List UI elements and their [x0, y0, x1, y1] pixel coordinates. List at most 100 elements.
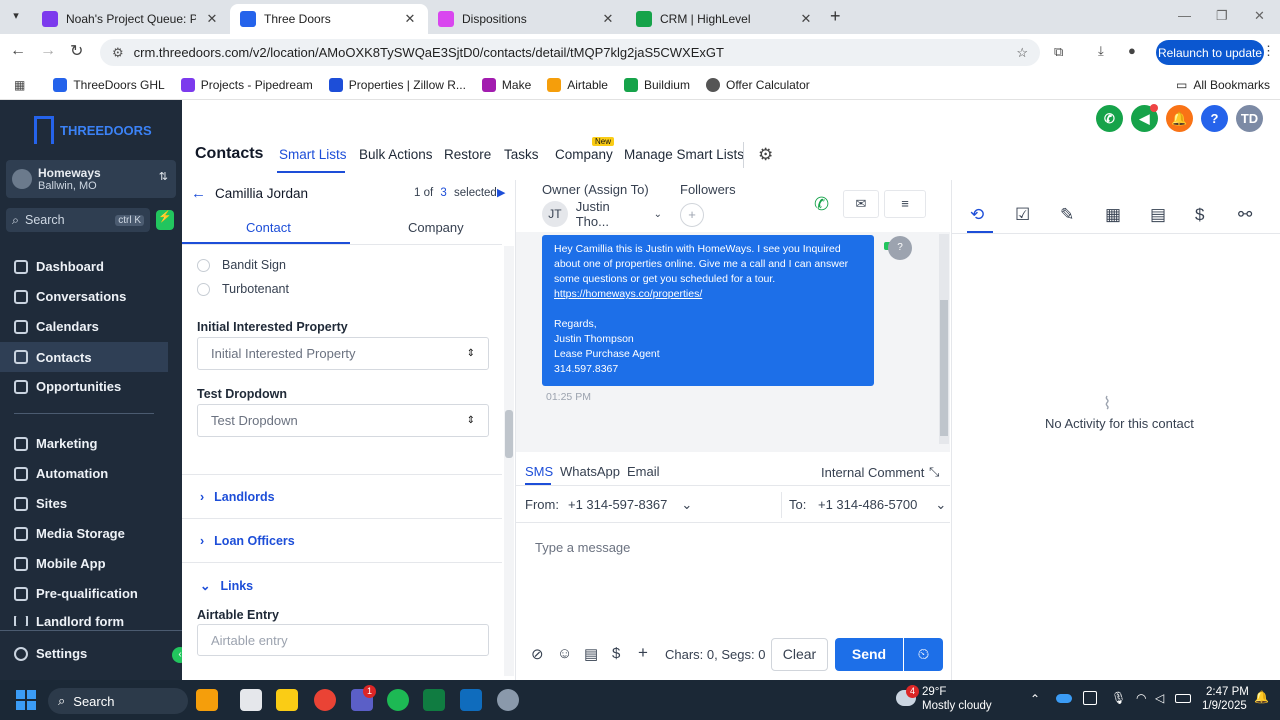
chrome-icon[interactable]	[314, 689, 336, 711]
thread-scrollbar-thumb[interactable]	[940, 300, 948, 436]
volume-icon[interactable]: ◁	[1155, 691, 1164, 705]
wifi-icon[interactable]: ◠	[1136, 691, 1146, 705]
scrollbar[interactable]	[504, 246, 514, 676]
attach-icon[interactable]: ⊘	[531, 645, 544, 663]
schedule-send-button[interactable]: ⏲	[904, 638, 943, 671]
onedrive-icon[interactable]	[1056, 694, 1072, 703]
account-switcher[interactable]: Homeways Ballwin, MO ⇅	[6, 160, 176, 198]
window-close-icon[interactable]: ✕	[1254, 8, 1265, 24]
microphone-icon[interactable]: 🎙	[1111, 691, 1126, 705]
dollar-icon[interactable]: $	[1195, 205, 1215, 225]
forward-icon[interactable]: →	[40, 42, 56, 60]
tab-contact[interactable]: Contact	[246, 220, 291, 235]
calendar-icon[interactable]: ▦	[1105, 205, 1125, 225]
browser-tab[interactable]: Dispositions ✕	[428, 4, 626, 34]
message-link[interactable]: https://homeways.co/properties/	[554, 287, 862, 302]
sidebar-search[interactable]: ⌕ Search ctrl K	[6, 208, 150, 232]
excel-icon[interactable]	[423, 689, 445, 711]
tray-chevron-icon[interactable]: ⌃	[1030, 692, 1040, 706]
sidebar-item-automation[interactable]: Automation	[14, 466, 174, 481]
task-view-icon[interactable]	[240, 689, 262, 711]
scrollbar-thumb[interactable]	[505, 410, 513, 458]
bookmark[interactable]: Make	[481, 77, 531, 92]
clock-time[interactable]: 2:47 PM	[1206, 686, 1249, 698]
maximize-icon[interactable]: ❐	[1216, 8, 1228, 24]
user-avatar[interactable]: TD	[1236, 105, 1263, 132]
pencil-icon[interactable]: ✎	[1060, 205, 1080, 225]
email-icon[interactable]: ✉	[843, 190, 879, 218]
tab-company[interactable]: Company	[555, 147, 613, 162]
tab-tasks[interactable]: Tasks	[504, 147, 539, 162]
sidebar-item-dashboard[interactable]: Dashboard	[14, 259, 174, 274]
relaunch-button[interactable]: Relaunch to update	[1156, 40, 1264, 65]
notifications-icon[interactable]: 🔔	[1254, 690, 1269, 704]
tray-app-icon[interactable]	[1083, 691, 1097, 705]
sidebar-item-landlord-form[interactable]: Landlord form	[14, 616, 174, 626]
quick-action-icon[interactable]: ⚡	[156, 210, 174, 230]
menu-icon[interactable]: ⋮	[1262, 43, 1275, 59]
bookmark-star-icon[interactable]: ☆	[1016, 45, 1028, 61]
bookmark[interactable]: Projects - Pipedream	[180, 77, 313, 92]
bookmark[interactable]: Properties | Zillow R...	[328, 77, 466, 92]
radio-bandit-sign[interactable]	[197, 259, 210, 272]
tab-restore[interactable]: Restore	[444, 147, 491, 162]
to-number-select[interactable]: +1 314-486-5700 ⌄	[818, 497, 946, 513]
minimize-icon[interactable]: —	[1178, 8, 1191, 23]
channel-whatsapp[interactable]: WhatsApp	[560, 464, 620, 479]
airtable-entry-input[interactable]: Airtable entry	[197, 624, 489, 656]
test-dropdown-select[interactable]: Test Dropdown ⇕	[197, 404, 489, 437]
owner-select[interactable]: JT Justin Tho... ⌄	[542, 199, 662, 229]
sidebar-item-prequalification[interactable]: Pre-qualification	[14, 586, 174, 601]
site-info-icon[interactable]: ⚙	[112, 45, 124, 61]
close-icon[interactable]: ✕	[402, 11, 418, 27]
tab-search-icon[interactable]: ▾	[8, 9, 24, 25]
emoji-icon[interactable]: ☺	[557, 645, 572, 662]
help-icon[interactable]: ?	[1201, 105, 1228, 132]
browser-tab[interactable]: CRM | HighLevel ✕	[626, 4, 824, 34]
initial-property-select[interactable]: Initial Interested Property ⇕	[197, 337, 489, 370]
history-icon[interactable]: ⟲	[970, 205, 990, 225]
bookmark[interactable]: ThreeDoors GHL	[53, 77, 165, 92]
back-arrow-icon[interactable]: ←	[191, 185, 206, 202]
close-icon[interactable]: ✕	[798, 11, 814, 27]
send-button[interactable]: Send	[835, 638, 903, 671]
document-icon[interactable]: ▤	[1150, 205, 1170, 225]
radio-turbotenant[interactable]	[197, 283, 210, 296]
clock-date[interactable]: 1/9/2025	[1202, 700, 1247, 712]
apps-icon[interactable]: ▦	[14, 78, 25, 92]
browser-tab-active[interactable]: Three Doors ✕	[230, 4, 428, 34]
sidebar-item-mobile-app[interactable]: Mobile App	[14, 556, 174, 571]
bell-icon[interactable]: 🔔	[1166, 105, 1193, 132]
back-icon[interactable]: ←	[10, 42, 26, 60]
close-icon[interactable]: ✕	[600, 11, 616, 27]
accordion-links[interactable]: ⌄ Links	[200, 578, 253, 594]
battery-icon[interactable]	[1175, 694, 1191, 703]
tab-smart-lists[interactable]: Smart Lists	[279, 147, 347, 162]
sidebar-item-contacts[interactable]: Contacts	[0, 342, 168, 372]
next-arrow-icon[interactable]: ▶	[497, 186, 505, 199]
widgets-icon[interactable]	[196, 689, 218, 711]
taskbar-search[interactable]: ⌕ Search	[48, 688, 188, 714]
task-check-icon[interactable]: ☑	[1015, 205, 1035, 225]
expand-icon[interactable]: ⤡	[929, 464, 939, 480]
template-icon[interactable]: ▤	[584, 645, 598, 663]
accordion-landlords[interactable]: › Landlords	[200, 490, 275, 504]
settings-app-icon[interactable]	[497, 689, 519, 711]
sidebar-item-settings[interactable]: Settings	[14, 646, 174, 661]
channel-email[interactable]: Email	[627, 464, 660, 479]
bookmark[interactable]: Airtable	[547, 77, 608, 92]
add-follower-button[interactable]: +	[680, 203, 704, 227]
sidebar-item-opportunities[interactable]: Opportunities	[14, 379, 174, 394]
browser-tab[interactable]: Noah's Project Queue: Projects ✕	[32, 4, 230, 34]
tab-bulk-actions[interactable]: Bulk Actions	[359, 147, 433, 162]
sidebar-item-marketing[interactable]: Marketing	[14, 436, 174, 451]
spotify-icon[interactable]	[387, 689, 409, 711]
reload-icon[interactable]: ↻	[70, 41, 83, 61]
internal-comment-tab[interactable]: Internal Comment	[821, 465, 924, 480]
bookmark[interactable]: Buildium	[623, 77, 690, 92]
profile-icon[interactable]: ●	[1128, 43, 1136, 58]
filter-icon[interactable]: ≡	[884, 190, 926, 218]
phone-icon[interactable]: ✆	[1096, 105, 1123, 132]
close-icon[interactable]: ✕	[204, 11, 220, 27]
clear-button[interactable]: Clear	[771, 638, 828, 671]
